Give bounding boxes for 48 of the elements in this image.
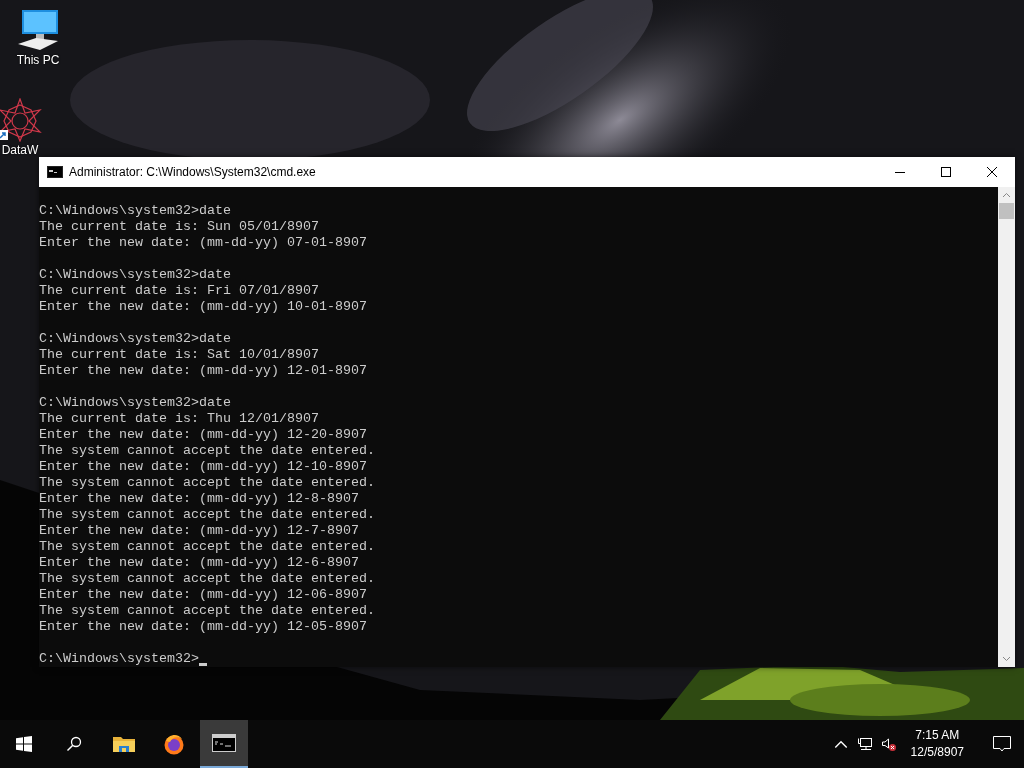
- console-line: Enter the new date: (mm-dd-yy) 12-6-8907: [39, 555, 360, 571]
- clock-date: 12/5/8907: [910, 744, 964, 761]
- console-line: C:\Windows\system32>date: [39, 395, 232, 411]
- scroll-up-icon[interactable]: [1002, 192, 1011, 198]
- console-line: The system cannot accept the date entered.: [39, 443, 376, 459]
- console-line: The current date is: Sun 05/01/8907: [39, 219, 320, 235]
- text-cursor: [198, 663, 207, 666]
- console-line: The current date is: Thu 12/01/8907: [39, 411, 320, 427]
- console-line: Enter the new date: (mm-dd-yy) 12-01-8907: [39, 363, 368, 379]
- windows-logo-icon: [16, 736, 32, 752]
- console-line: The current date is: Sat 10/01/8907: [39, 347, 320, 363]
- console-line: Enter the new date: (mm-dd-yy) 10-01-8907: [39, 299, 368, 315]
- console-line: Enter the new date: (mm-dd-yy) 12-20-8907: [39, 427, 368, 443]
- star-pattern-icon: [0, 98, 44, 142]
- close-icon: [986, 166, 998, 178]
- console-line: Enter the new date: (mm-dd-yy) 07-01-8907: [39, 235, 368, 251]
- scroll-bar[interactable]: [998, 187, 1015, 667]
- console-line: The system cannot accept the date entered.: [39, 539, 376, 555]
- scroll-down-icon[interactable]: [1002, 656, 1011, 662]
- console-line: The system cannot accept the date entered.: [39, 571, 376, 587]
- console-line: C:\Windows\system32>date: [39, 331, 232, 347]
- window-title: Administrator: C:\Windows\System32\cmd.exe: [69, 165, 316, 179]
- search-icon: [66, 736, 82, 752]
- taskbar-app[interactable]: [200, 720, 248, 768]
- clock-time: 7:15 AM: [915, 727, 960, 744]
- console-line: The current date is: Fri 07/01/8907: [39, 283, 320, 299]
- scroll-thumb[interactable]: [999, 203, 1014, 219]
- console-line: The system cannot accept the date entered.: [39, 603, 376, 619]
- console-line: Enter the new date: (mm-dd-yy) 12-7-8907: [39, 523, 360, 539]
- firefox-icon: [163, 733, 185, 755]
- console-line: Enter the new date: (mm-dd-yy) 12-05-8907: [39, 619, 368, 635]
- console-line: Enter the new date: (mm-dd-yy) 12-10-8907: [39, 459, 368, 475]
- console-icon: [212, 734, 236, 752]
- console-line: C:\Windows\system32>date: [39, 203, 232, 219]
- icon-label: DataW: [1, 142, 39, 158]
- console-icon: [47, 166, 63, 178]
- clock[interactable]: 7:15 AM 12/5/8907: [904, 727, 970, 761]
- notification-icon[interactable]: [992, 734, 1012, 754]
- network-icon[interactable]: [856, 736, 873, 752]
- console-prompt: C:\Windows\system32>: [39, 651, 199, 667]
- maximize-icon: [940, 166, 952, 178]
- console-line: The system cannot accept the date entered.: [39, 507, 376, 523]
- console-line: Enter the new date: (mm-dd-yy) 12-8-8907: [39, 491, 360, 507]
- console-line: Enter the new date: (mm-dd-yy) 12-06-8907: [39, 587, 368, 603]
- console-line: The system cannot accept the date entered.: [39, 475, 376, 491]
- console-line: C:\Windows\system32>date: [39, 267, 232, 283]
- speaker-muted-icon[interactable]: [880, 736, 897, 752]
- icon-label: This PC: [16, 52, 60, 68]
